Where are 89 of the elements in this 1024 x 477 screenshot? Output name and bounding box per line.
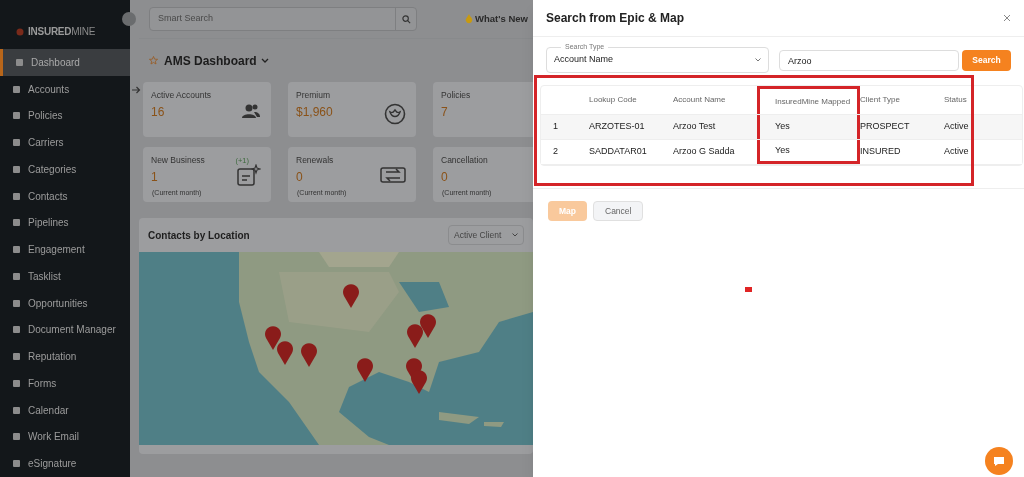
sidebar-item[interactable]: Engagement — [0, 236, 130, 263]
chevron-down-icon[interactable] — [260, 57, 269, 64]
sidebar-item[interactable]: Dashboard — [0, 49, 130, 76]
table-cell: Active — [944, 145, 969, 159]
chevron-down-icon — [512, 233, 518, 237]
sidebar-item[interactable]: Opportunities — [0, 289, 130, 317]
brand-name: MINE — [71, 25, 96, 39]
sidebar-item[interactable]: Reputation — [0, 343, 130, 370]
table-cell: Yes — [775, 120, 790, 134]
sidebar-item[interactable]: eSignature — [0, 450, 130, 477]
stat-value: 0 — [441, 170, 448, 183]
square-icon — [12, 325, 21, 335]
square-icon — [12, 164, 21, 174]
search-icon — [401, 14, 411, 24]
table-cell: Arzoo G Sadda — [673, 145, 735, 159]
sidebar-item[interactable]: Pipelines — [0, 209, 130, 237]
table-cell: PROSPECT — [860, 120, 910, 134]
stat-label: Cancellation — [441, 154, 488, 167]
stat-value: 16 — [151, 105, 165, 118]
close-icon[interactable] — [1003, 14, 1011, 22]
square-icon — [12, 138, 21, 148]
square-icon — [12, 191, 21, 201]
column-header: Status — [944, 94, 967, 106]
table-cell: Arzoo Test — [673, 120, 716, 134]
stat-label: Premium — [296, 89, 330, 102]
dialog-button[interactable]: Cancel — [593, 201, 644, 221]
chevron-down-icon — [755, 58, 761, 62]
search-field[interactable]: Smart Search — [149, 7, 417, 31]
sidebar-item[interactable]: Tasklist — [0, 263, 130, 290]
sidebar-item[interactable]: Forms — [0, 370, 130, 397]
sidebar-item[interactable]: Document Manager — [0, 316, 130, 344]
collapse-button[interactable] — [122, 12, 136, 26]
table-cell: ARZOTES-01 — [589, 120, 645, 134]
stat-value: 1 — [151, 170, 158, 183]
whats-new-link[interactable]: What's New — [465, 11, 528, 27]
table-row[interactable]: 1 ARZOTES-01 Arzoo Test Yes PROSPECT Active — [541, 115, 1022, 140]
square-icon — [12, 298, 21, 308]
stat-label: Active Accounts — [151, 89, 211, 102]
column-header: Lookup Code — [589, 94, 637, 106]
sidebar-item[interactable]: Work Email — [0, 423, 130, 451]
filter-dropdown[interactable]: Active Client — [448, 225, 524, 245]
square-icon — [12, 218, 21, 228]
stat-label: Renewals — [296, 154, 334, 167]
sidebar-item[interactable]: Accounts — [0, 75, 130, 103]
arrow-icon[interactable] — [132, 86, 141, 94]
stat-label: Policies — [441, 89, 471, 102]
sidebar-item[interactable]: Carriers — [0, 129, 130, 156]
table-cell: INSURED — [860, 145, 901, 159]
stat-value: $1,960 — [296, 105, 333, 118]
column-header: Account Name — [673, 94, 726, 106]
square-icon — [12, 459, 21, 469]
table-row[interactable]: 2 SADDATAR01 Arzoo G Sadda Yes INSURED Active — [541, 140, 1022, 165]
sidebar-item[interactable]: Policies — [0, 102, 130, 130]
search-field[interactable]: Arzoo — [779, 50, 959, 71]
flame-icon — [465, 14, 473, 24]
table-cell: SADDATAR01 — [589, 145, 647, 159]
card-title: Contacts by Location — [148, 228, 250, 243]
sidebar-item[interactable]: Calendar — [0, 396, 130, 424]
square-icon — [12, 271, 21, 281]
sidebar-item[interactable]: Contacts — [0, 182, 130, 210]
star-icon — [149, 56, 158, 65]
logo-icon — [16, 27, 24, 36]
stat-value: 7 — [441, 105, 448, 118]
search-input[interactable]: Smart Search — [150, 8, 395, 30]
square-icon — [12, 352, 21, 362]
square-icon — [12, 405, 21, 415]
swap-icon — [380, 164, 406, 186]
square-icon — [12, 378, 21, 388]
dialog-title: Search from Epic & Map — [546, 10, 685, 27]
square-icon — [12, 432, 21, 442]
page-title: AMS Dashboard — [164, 52, 257, 70]
square-icon — [12, 84, 21, 94]
table-cell: 1 — [553, 120, 558, 134]
square-icon — [12, 245, 21, 255]
table-cell-text: Yes — [775, 143, 790, 157]
square-icon — [12, 111, 21, 121]
note-icon — [237, 164, 261, 186]
square-icon — [15, 57, 24, 67]
people-icon — [241, 103, 261, 119]
badge-icon — [384, 103, 406, 125]
table-cell: Active — [944, 120, 969, 134]
column-header: InsuredMine Mapped — [775, 95, 851, 108]
stat-label: New Business — [151, 154, 205, 167]
stat-value: 0 — [296, 170, 303, 183]
brand-name: INSURED — [28, 25, 72, 39]
column-header: Client Type — [860, 94, 900, 106]
table-cell: 2 — [553, 145, 558, 159]
marker-icon — [745, 287, 752, 292]
sidebar-item[interactable]: Categories — [0, 156, 130, 183]
